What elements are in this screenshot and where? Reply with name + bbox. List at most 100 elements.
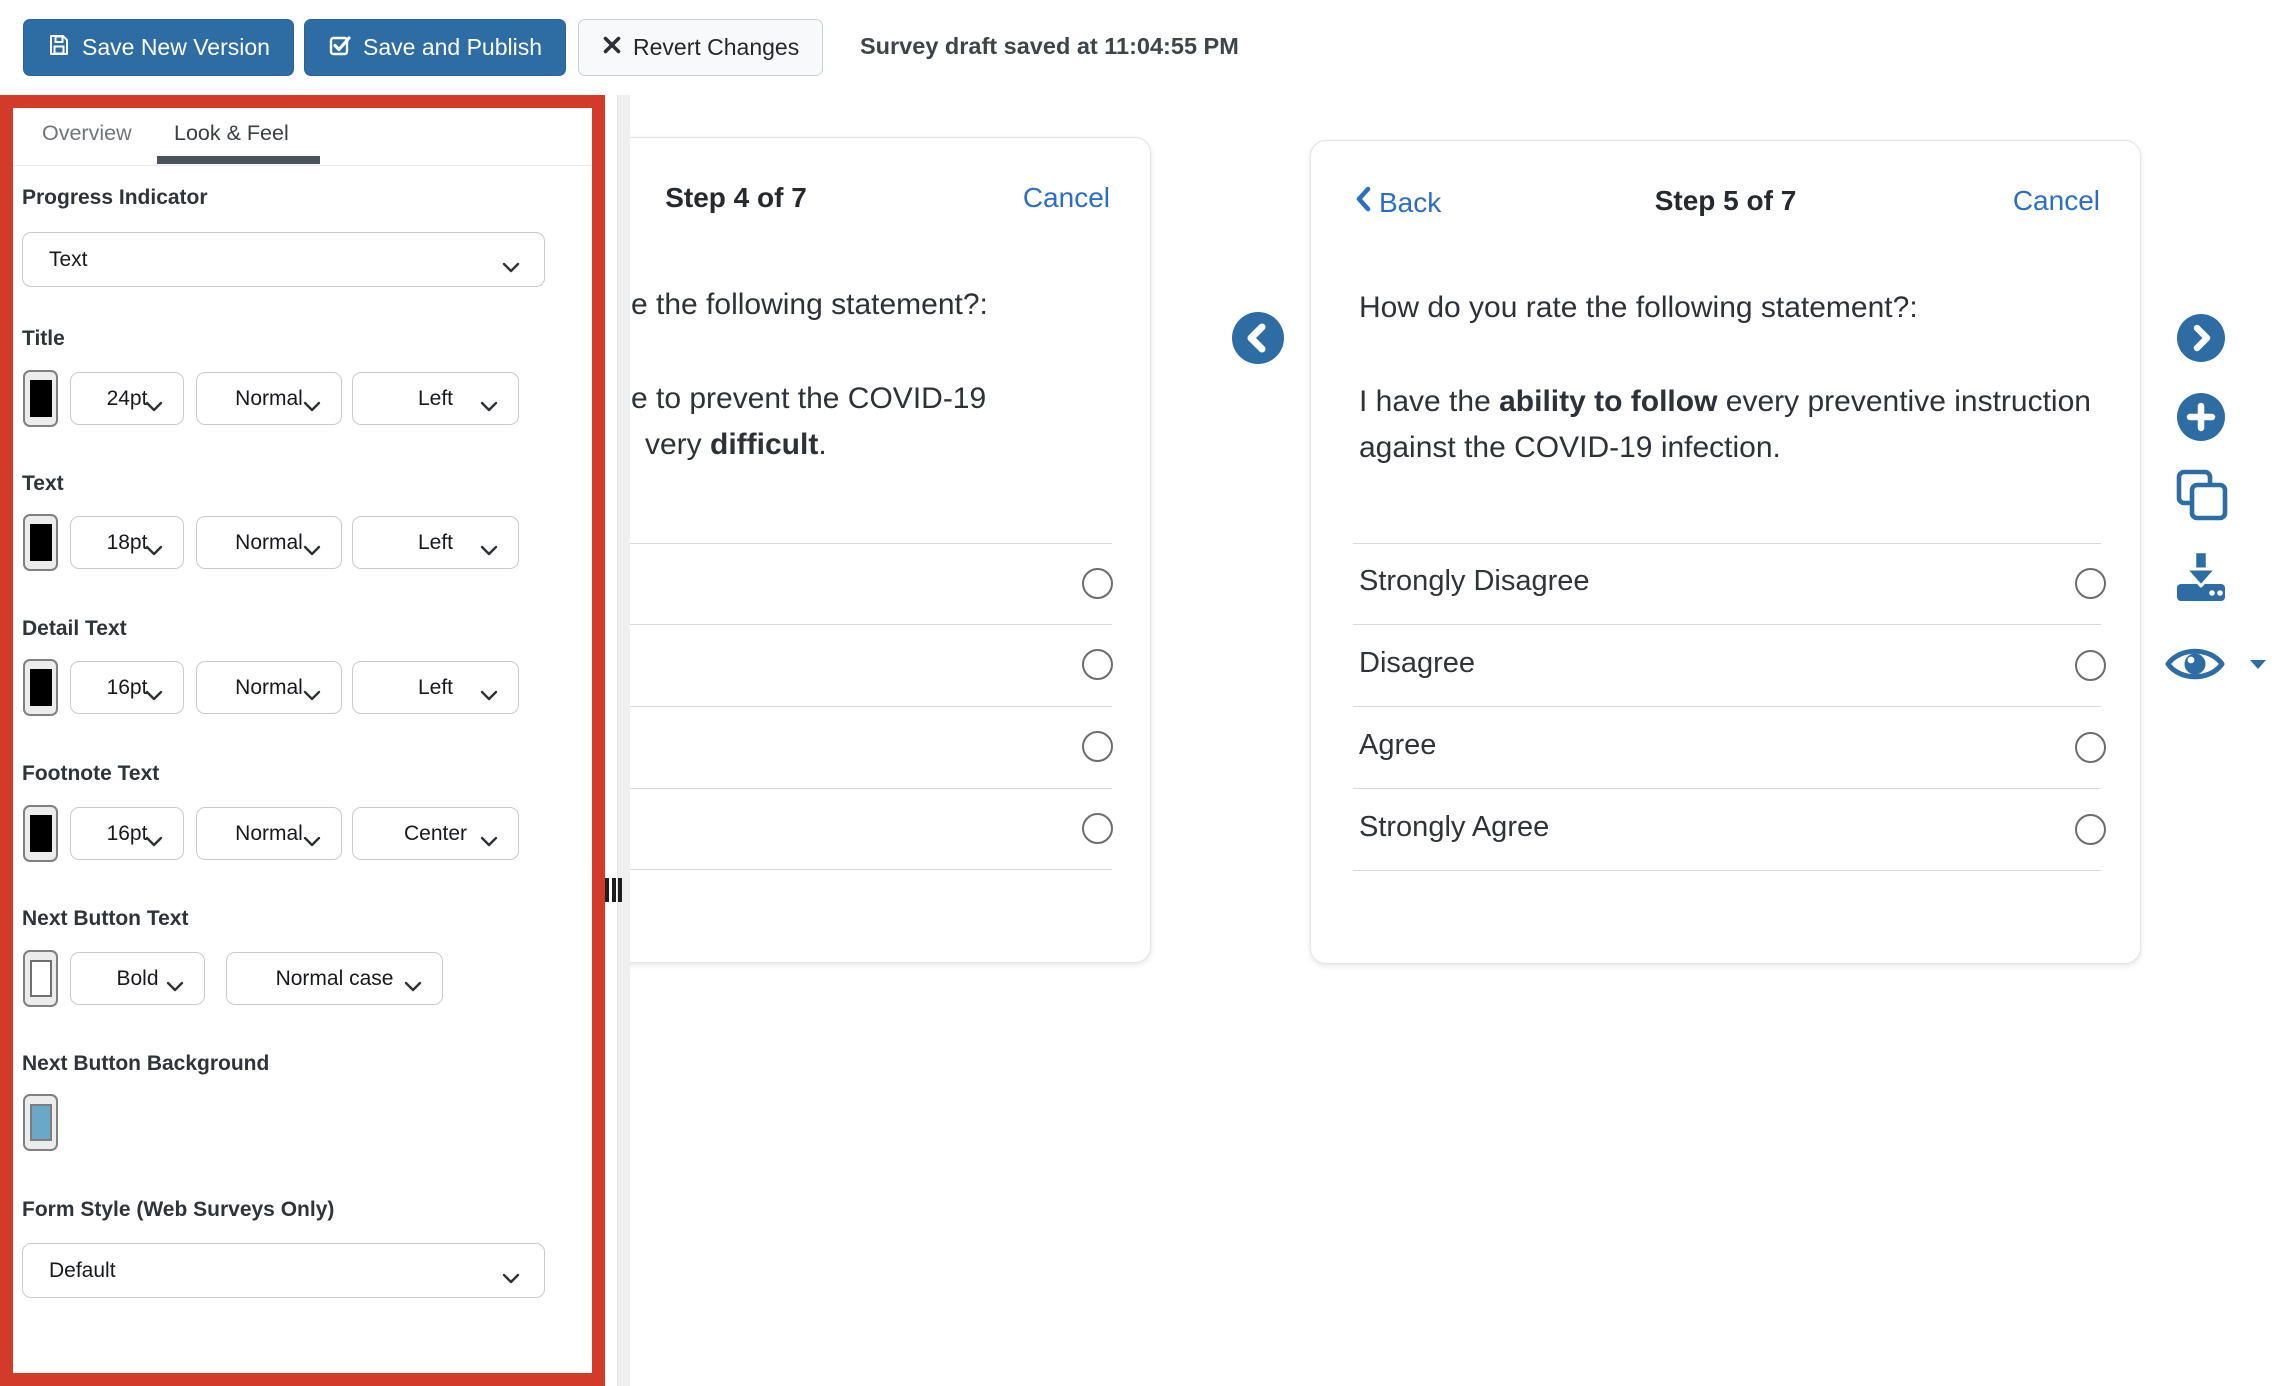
tab-look-and-feel[interactable]: Look & Feel: [174, 121, 289, 146]
divider: [630, 788, 1112, 789]
panel-resize-handle[interactable]: [605, 878, 622, 902]
title-weight-select[interactable]: Normal: [196, 372, 342, 425]
divider: [1353, 870, 2101, 871]
step5-cancel-link[interactable]: Cancel: [2013, 185, 2100, 217]
step5-radio-option-4[interactable]: [2075, 814, 2106, 845]
save-new-version-label: Save New Version: [82, 34, 270, 60]
next-button-background-label: Next Button Background: [22, 1052, 270, 1075]
footnote-text-align-select[interactable]: Center: [352, 807, 519, 860]
title-align-select[interactable]: Left: [352, 372, 519, 425]
next-button-background-swatch[interactable]: [23, 1094, 58, 1151]
step5-statement: I have the ability to follow every preve…: [1359, 385, 2091, 464]
draft-saved-status: Survey draft saved at 11:04:55 PM: [860, 33, 1239, 59]
top-toolbar: Save New Version Save and Publish Revert…: [0, 0, 2290, 95]
chevron-down-icon: [303, 538, 321, 562]
text-weight-select[interactable]: Normal: [196, 516, 342, 569]
step4-radio-option-4[interactable]: [1082, 813, 1113, 844]
next-button-text-case-select[interactable]: Normal case: [226, 952, 443, 1005]
step5-radio-option-3[interactable]: [2075, 732, 2106, 763]
chevron-down-icon: [502, 1266, 520, 1290]
progress-indicator-select[interactable]: Text: [22, 232, 545, 287]
divider: [630, 624, 1112, 625]
chevron-down-icon: [480, 829, 498, 853]
next-button-text-color-value: [29, 960, 52, 997]
divider: [630, 706, 1112, 707]
chevron-down-icon: [145, 683, 163, 707]
step5-option-label: Strongly Agree: [1359, 811, 1550, 843]
divider: [1353, 624, 2101, 625]
step4-radio-option-1[interactable]: [1082, 568, 1113, 599]
pane-scrollbar-track[interactable]: [617, 95, 630, 1386]
survey-preview-pane: Step 4 of 7 Cancel e the following state…: [630, 95, 2290, 1386]
text-color-value: [29, 524, 52, 561]
text-color-swatch[interactable]: [23, 514, 58, 571]
detail-text-align-select[interactable]: Left: [352, 661, 519, 714]
text-align-select[interactable]: Left: [352, 516, 519, 569]
step5-question: How do you rate the following statement?…: [1359, 291, 1918, 324]
handle-bar: [611, 878, 616, 902]
text-label: Text: [22, 472, 64, 495]
eye-icon: [2165, 648, 2225, 680]
circle-chevron-left-icon: [1232, 312, 1284, 364]
chevron-down-icon: [480, 683, 498, 707]
copy-icon: [2176, 469, 2228, 521]
divider: [1353, 706, 2101, 707]
detail-text-color-swatch[interactable]: [23, 659, 58, 716]
step4-statement-line2: very difficult.: [645, 428, 827, 461]
preview-eye-button[interactable]: [2164, 640, 2226, 693]
footnote-text-weight-select[interactable]: Normal: [196, 807, 342, 860]
step4-question-fragment: e the following statement?:: [631, 288, 988, 321]
step4-cancel-link[interactable]: Cancel: [1023, 182, 1110, 214]
chevron-down-icon: [145, 538, 163, 562]
tab-overview[interactable]: Overview: [42, 121, 132, 146]
next-button-background-value: [29, 1104, 52, 1141]
chevron-down-icon: [480, 394, 498, 418]
handle-bar: [618, 878, 622, 902]
footnote-text-color-swatch[interactable]: [23, 805, 58, 862]
step5-option-label: Disagree: [1359, 647, 1476, 679]
detail-text-weight-select[interactable]: Normal: [196, 661, 342, 714]
footnote-text-size-select[interactable]: 16pt: [70, 807, 184, 860]
step4-card: Step 4 of 7 Cancel e the following state…: [630, 137, 1151, 963]
step5-radio-option-1[interactable]: [2075, 568, 2106, 599]
divider: [1353, 788, 2101, 789]
floppy-disk-icon: [47, 33, 71, 63]
next-button-text-color-swatch[interactable]: [23, 950, 58, 1007]
step5-option-label: Agree: [1359, 729, 1437, 761]
previous-step-button[interactable]: [1232, 312, 1284, 369]
form-style-select[interactable]: Default: [22, 1243, 545, 1298]
preview-options-caret[interactable]: [2248, 658, 2268, 677]
progress-indicator-label: Progress Indicator: [22, 186, 208, 209]
chevron-down-icon: [480, 538, 498, 562]
revert-changes-button[interactable]: Revert Changes: [578, 19, 824, 76]
title-size-select[interactable]: 24pt: [70, 372, 184, 425]
download-button[interactable]: [2175, 546, 2227, 607]
add-step-button[interactable]: [2177, 393, 2225, 446]
save-and-publish-label: Save and Publish: [363, 34, 543, 60]
circle-plus-icon: [2177, 393, 2225, 441]
step4-radio-option-3[interactable]: [1082, 731, 1113, 762]
save-new-version-button[interactable]: Save New Version: [23, 19, 294, 76]
look-and-feel-panel: Overview Look & Feel Progress Indicator …: [0, 95, 605, 1386]
chevron-down-icon: [502, 255, 520, 279]
text-size-select[interactable]: 18pt: [70, 516, 184, 569]
next-step-button[interactable]: [2177, 314, 2225, 367]
divider: [630, 869, 1112, 870]
step5-radio-option-2[interactable]: [2075, 650, 2106, 681]
detail-text-size-select[interactable]: 16pt: [70, 661, 184, 714]
next-button-text-weight-select[interactable]: Bold: [70, 952, 205, 1005]
save-and-publish-button[interactable]: Save and Publish: [304, 19, 567, 76]
title-color-swatch[interactable]: [23, 370, 58, 427]
divider: [630, 543, 1112, 544]
progress-indicator-value: Text: [49, 247, 88, 271]
detail-text-color-value: [29, 669, 52, 706]
chevron-down-icon: [145, 829, 163, 853]
duplicate-step-button[interactable]: [2173, 466, 2229, 527]
form-style-value: Default: [49, 1258, 116, 1282]
tabs-divider: [13, 165, 592, 166]
x-icon: [602, 34, 622, 61]
step4-radio-option-2[interactable]: [1082, 649, 1113, 680]
chevron-down-icon: [145, 394, 163, 418]
handle-bar: [605, 878, 609, 902]
title-color-value: [29, 380, 52, 417]
